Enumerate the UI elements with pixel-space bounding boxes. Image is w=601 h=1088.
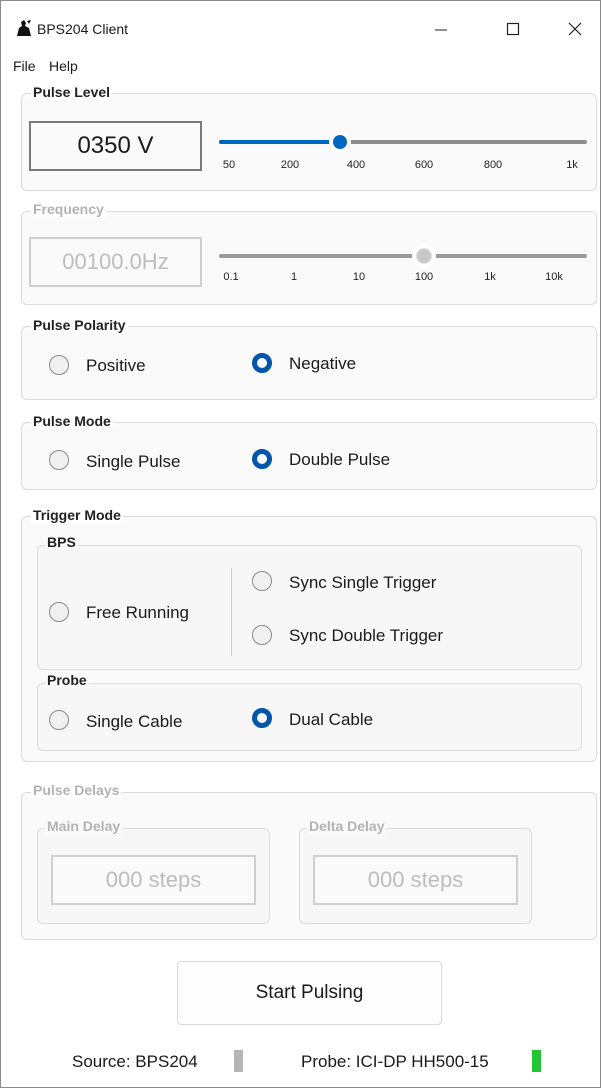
probe-legend: Probe (45, 672, 89, 688)
mode-single-radio[interactable] (49, 450, 69, 470)
pulse-mode-legend: Pulse Mode (31, 413, 113, 429)
polarity-positive-label[interactable]: Positive (86, 356, 146, 376)
menu-file[interactable]: File (13, 58, 36, 74)
free-running-radio[interactable] (49, 602, 69, 622)
close-icon (568, 22, 582, 36)
sync-single-trigger-label[interactable]: Sync Single Trigger (289, 573, 436, 593)
polarity-positive-radio[interactable] (49, 355, 69, 375)
maximize-icon (506, 22, 520, 36)
menu-bar: File Help (1, 53, 600, 77)
frequency-tick: 100 (414, 271, 434, 283)
polarity-negative-label[interactable]: Negative (289, 354, 356, 374)
frequency-legend: Frequency (31, 201, 106, 217)
frequency-tick: 0.1 (223, 271, 239, 283)
mode-single-label[interactable]: Single Pulse (86, 452, 181, 472)
probe-status: Probe: ICI-DP HH500-15 (301, 1052, 489, 1071)
pulse-polarity-legend: Pulse Polarity (31, 317, 128, 333)
mode-double-radio[interactable] (252, 449, 272, 469)
pulse-level-tick: 800 (483, 159, 503, 171)
pulse-level-display: 0350 V (29, 121, 202, 171)
app-window: BPS204 Client File Help Pulse Level 0350… (0, 0, 601, 1088)
pulse-level-tick: 200 (280, 159, 300, 171)
pulse-level-legend: Pulse Level (31, 84, 113, 100)
frequency-tick: 1 (290, 271, 298, 283)
pulse-level-slider-fill (219, 140, 340, 144)
free-running-label[interactable]: Free Running (86, 603, 189, 623)
source-status: Source: BPS204 (72, 1052, 198, 1071)
close-button[interactable] (550, 11, 600, 47)
probe-status-indicator (532, 1050, 541, 1072)
main-delay-legend: Main Delay (45, 818, 123, 834)
title-bar: BPS204 Client (1, 1, 600, 53)
menu-help[interactable]: Help (49, 58, 78, 74)
sync-double-trigger-radio[interactable] (252, 625, 272, 645)
mode-double-label[interactable]: Double Pulse (289, 450, 390, 470)
maximize-button[interactable] (488, 11, 538, 47)
single-cable-label[interactable]: Single Cable (86, 712, 182, 732)
bps-divider (231, 568, 232, 656)
trigger-mode-legend: Trigger Mode (31, 507, 123, 523)
bps-legend: BPS (45, 534, 78, 550)
minimize-icon (435, 29, 447, 31)
frequency-tick: 10k (545, 271, 563, 283)
source-status-indicator (234, 1050, 243, 1072)
single-cable-radio[interactable] (49, 710, 69, 730)
frequency-slider-track[interactable] (219, 254, 587, 258)
frequency-display: 00100.0Hz (29, 237, 202, 287)
sync-double-trigger-label[interactable]: Sync Double Trigger (289, 626, 443, 646)
dual-cable-radio[interactable] (252, 708, 272, 728)
dual-cable-label[interactable]: Dual Cable (289, 710, 373, 730)
frequency-tick: 10 (352, 271, 366, 283)
pulse-level-tick: 400 (346, 159, 366, 171)
minimize-button[interactable] (416, 11, 466, 47)
sync-single-trigger-radio[interactable] (252, 571, 272, 591)
delta-delay-legend: Delta Delay (307, 818, 387, 834)
pulse-delays-legend: Pulse Delays (31, 782, 122, 798)
app-logo-icon (17, 20, 31, 36)
pulse-level-slider-thumb[interactable] (333, 135, 347, 149)
pulse-level-tick: 1k (566, 159, 578, 171)
start-pulsing-button[interactable]: Start Pulsing (177, 961, 442, 1025)
frequency-slider-thumb[interactable] (416, 248, 432, 264)
window-title: BPS204 Client (37, 21, 129, 37)
pulse-level-tick: 600 (414, 159, 434, 171)
pulse-level-tick: 50 (222, 159, 236, 171)
delta-delay-field[interactable]: 000 steps (313, 855, 518, 905)
polarity-negative-radio[interactable] (252, 353, 272, 373)
frequency-tick: 1k (484, 271, 496, 283)
main-delay-field[interactable]: 000 steps (51, 855, 256, 905)
